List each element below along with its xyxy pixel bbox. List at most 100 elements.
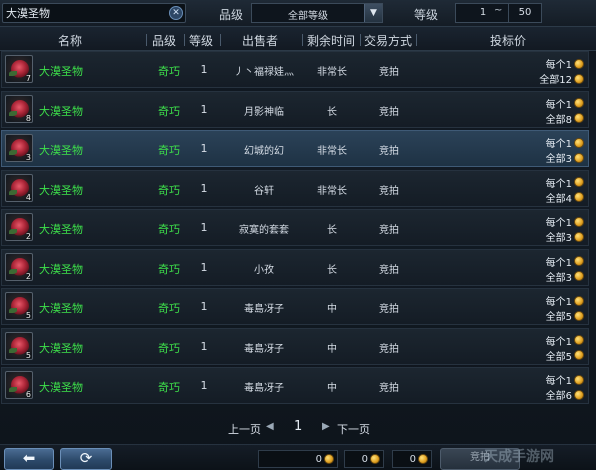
rose-item-icon[interactable]: 4 <box>5 173 33 202</box>
time-left: 中 <box>327 383 337 394</box>
item-name: 大漠圣物 <box>39 341 83 355</box>
column-time-left[interactable]: 剩余时间 <box>307 32 355 49</box>
prev-arrow-icon[interactable]: ◀ <box>266 421 274 432</box>
rose-item-icon[interactable]: 8 <box>5 94 33 123</box>
coin-icon <box>370 454 380 464</box>
price-total-text: 全部12 <box>539 75 572 86</box>
listing-row[interactable]: 4 大漠圣物 奇巧 1 谷轩 非常长 竞拍 每个1 全部4 <box>1 169 589 207</box>
seller-name: 月影神临 <box>244 106 284 118</box>
coin-icon <box>574 152 584 163</box>
price-total-text: 全部6 <box>545 391 572 402</box>
trade-mode: 竞拍 <box>379 264 399 276</box>
seller-name: 小孜 <box>254 264 274 276</box>
coin-icon <box>418 454 428 464</box>
next-page-button[interactable]: 下一页 <box>337 421 370 437</box>
rose-item-icon[interactable]: 6 <box>5 371 33 399</box>
trade-mode: 竞拍 <box>379 185 399 197</box>
column-quality[interactable]: 品级 <box>152 32 176 49</box>
price-total-text: 全部4 <box>545 193 572 205</box>
coin-icon <box>574 231 584 242</box>
price-each-text: 每个1 <box>545 218 572 229</box>
time-left: 长 <box>327 225 337 236</box>
money-silver: 0 <box>344 450 384 468</box>
time-left: 非常长 <box>317 185 347 197</box>
column-seller[interactable]: 出售者 <box>242 32 278 49</box>
coin-icon <box>574 310 584 321</box>
column-level[interactable]: 等级 <box>189 32 213 49</box>
time-left: 中 <box>327 343 337 355</box>
money-gold-value: 0 <box>315 453 322 465</box>
search-input[interactable] <box>6 5 166 21</box>
item-level: 1 <box>200 339 208 353</box>
chevron-down-icon[interactable]: ▼ <box>364 4 382 22</box>
price-each-text: 每个1 <box>545 336 572 348</box>
item-name: 大漠圣物 <box>39 381 83 394</box>
rose-item-icon[interactable]: 3 <box>5 134 33 162</box>
rose-item-icon[interactable]: 5 <box>5 331 33 360</box>
price-total: 全部3 <box>546 269 584 284</box>
price-total: 全部6 <box>546 387 584 402</box>
time-left: 非常长 <box>317 67 347 78</box>
time-left: 中 <box>327 304 337 315</box>
trade-mode: 竞拍 <box>379 146 399 157</box>
listing-row[interactable]: 5 大漠圣物 奇巧 1 毒島冴子 中 竞拍 每个1 全部5 <box>1 327 589 365</box>
next-arrow-icon[interactable]: ▶ <box>322 421 330 432</box>
refresh-button[interactable]: ⟳ <box>60 448 112 470</box>
listing-row[interactable]: 2 大漠圣物 奇巧 1 小孜 长 竞拍 每个1 全部3 <box>1 248 589 286</box>
column-divider <box>360 34 361 46</box>
item-quality: 奇巧 <box>158 302 180 315</box>
coin-icon <box>574 271 584 281</box>
back-arrow-icon: ⬅ <box>22 449 36 467</box>
price-total: 全部5 <box>546 308 584 323</box>
item-level: 1 <box>200 142 208 155</box>
item-level: 1 <box>200 221 208 234</box>
rose-item-icon[interactable]: 7 <box>5 55 33 83</box>
column-name[interactable]: 名称 <box>58 32 82 49</box>
column-divider <box>302 34 303 46</box>
time-left: 非常长 <box>317 146 347 157</box>
price-each: 每个1 <box>546 96 584 111</box>
filter-bar: ✕ 品级 全部等级 ▼ 等级 1 ~ 50 <box>0 0 596 27</box>
rose-item-icon[interactable]: 5 <box>5 292 33 320</box>
rose-item-icon[interactable]: 2 <box>5 213 33 241</box>
item-quality: 奇巧 <box>158 381 180 394</box>
money-gold: 0 <box>258 450 338 468</box>
leaf-shape <box>9 189 17 195</box>
grade-select-value: 全部等级 <box>288 11 328 22</box>
item-level: 1 <box>200 181 208 195</box>
price-total-text: 全部3 <box>545 272 572 284</box>
price-total: 全部12 <box>539 71 584 86</box>
stack-count: 7 <box>25 74 31 83</box>
coin-icon <box>574 177 584 187</box>
listing-row[interactable]: 6 大漠圣物 奇巧 1 毒島冴子 中 竞拍 每个1 全部6 <box>1 367 589 404</box>
rose-item-icon[interactable]: 2 <box>5 252 33 281</box>
pagination: 上一页 ◀ 1 ▶ 下一页 <box>0 410 596 440</box>
price-each: 每个1 <box>546 372 584 387</box>
column-divider <box>416 34 417 46</box>
close-icon[interactable]: ✕ <box>169 6 183 20</box>
stack-count: 2 <box>25 271 31 281</box>
prev-page-button[interactable]: 上一页 <box>228 421 261 437</box>
listing-row[interactable]: 2 大漠圣物 奇巧 1 寂寞的套套 长 竞拍 每个1 全部3 <box>1 209 589 246</box>
item-level: 1 <box>200 379 208 392</box>
listing-row[interactable]: 7 大漠圣物 奇巧 1 丿丶福禄娃灬 非常长 竞拍 每个1 全部12 <box>1 51 589 88</box>
price-each: 每个1 <box>546 175 584 190</box>
price-total: 全部4 <box>546 190 584 205</box>
level-max-input[interactable]: 50 <box>508 3 542 23</box>
grade-select[interactable]: 全部等级 ▼ <box>251 3 383 23</box>
price-each-text: 每个1 <box>545 60 572 71</box>
back-button[interactable]: ⬅ <box>4 448 54 470</box>
listing-row[interactable]: 3 大漠圣物 奇巧 1 幻城的幻 非常长 竞拍 每个1 全部3 <box>1 130 589 167</box>
stack-count: 5 <box>25 350 31 360</box>
level-min-input[interactable]: 1 <box>455 3 511 23</box>
listing-row[interactable]: 8 大漠圣物 奇巧 1 月影神临 长 竞拍 每个1 全部8 <box>1 90 589 128</box>
seller-name: 寂寞的套套 <box>239 225 289 236</box>
search-box: ✕ <box>2 3 186 23</box>
item-name: 大漠圣物 <box>39 183 83 197</box>
stack-count: 3 <box>25 153 31 162</box>
listing-table: 7 大漠圣物 奇巧 1 丿丶福禄娃灬 非常长 竞拍 每个1 全部12 8 大漠圣物 奇巧 1 月影神临长竞… <box>0 51 596 406</box>
column-trade-mode[interactable]: 交易方式 <box>364 32 412 49</box>
column-bid-price[interactable]: 投标价 <box>490 32 526 49</box>
price-total: 全部3 <box>546 229 584 244</box>
listing-row[interactable]: 5 大漠圣物 奇巧 1 毒島冴子 中 竞拍 每个1 全部5 <box>1 288 589 325</box>
